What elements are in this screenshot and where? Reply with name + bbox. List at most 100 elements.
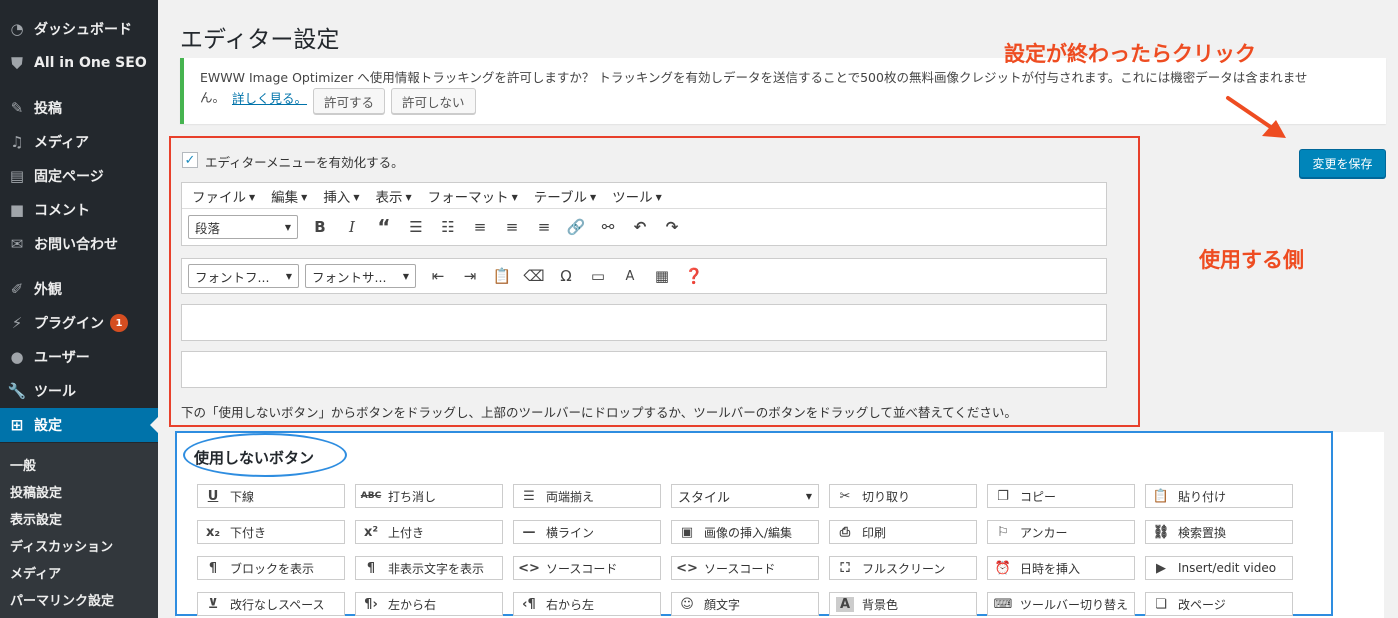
menu-tools[interactable]: 🔧 ツール xyxy=(0,374,158,408)
unused-invisible-chars-button[interactable]: ¶ 非表示文字を表示 xyxy=(355,556,503,580)
menubar-view[interactable]: 表示 ▼ xyxy=(375,186,411,206)
special-character-icon[interactable]: Ω xyxy=(550,264,582,288)
hr-icon: — xyxy=(522,524,536,540)
menu-label: コメント xyxy=(34,203,90,219)
caret-down-icon: ▼ xyxy=(285,271,292,281)
unused-copy-button[interactable]: ❐ コピー xyxy=(987,484,1135,508)
code-icon: <> xyxy=(518,560,540,576)
submenu-writing[interactable]: 投稿設定 xyxy=(10,482,62,501)
indent-icon[interactable]: ⇥ xyxy=(454,264,486,288)
unused-emoticon-button[interactable]: ☺ 顔文字 xyxy=(671,592,819,616)
unused-strikethrough-button[interactable]: ABC 打ち消し xyxy=(355,484,503,508)
table-icon[interactable]: ▦ xyxy=(646,264,678,288)
unused-justify-button[interactable]: ☰ 両端揃え xyxy=(513,484,661,508)
redo-icon[interactable]: ↷ xyxy=(656,215,688,239)
menubar-file[interactable]: ファイル ▼ xyxy=(192,186,255,206)
read-more-icon[interactable]: ▭ xyxy=(582,264,614,288)
menu-label: ツール xyxy=(34,384,76,400)
unused-superscript-button[interactable]: x² 上付き xyxy=(355,520,503,544)
toolbar-box-3-empty[interactable] xyxy=(181,304,1107,341)
mail-icon: ✉ xyxy=(10,235,24,253)
menubar-tools[interactable]: ツール ▼ xyxy=(612,186,662,206)
unused-insert-datetime-button[interactable]: ⏰ 日時を挿入 xyxy=(987,556,1135,580)
font-family-select[interactable]: フォントフ... ▼ xyxy=(188,264,299,288)
menu-media[interactable]: ♫ メディア xyxy=(0,125,158,159)
clear-formatting-icon[interactable]: ⌫ xyxy=(518,264,550,288)
menu-contact[interactable]: ✉ お問い合わせ xyxy=(0,227,158,261)
menu-pages[interactable]: ▤ 固定ページ xyxy=(0,159,158,193)
save-changes-button[interactable]: 変更を保存 xyxy=(1299,149,1386,178)
bold-icon[interactable]: B xyxy=(304,215,336,239)
unused-ltr-button[interactable]: ¶› 左から右 xyxy=(355,592,503,616)
enable-editor-menu-checkbox[interactable]: ✓ xyxy=(182,152,198,168)
menu-settings[interactable]: ⊞ 設定 xyxy=(0,408,158,442)
notice-learn-more-link[interactable]: 詳しく見る。 xyxy=(232,88,307,107)
unused-toolbar-toggle-button[interactable]: ⌨ ツールバー切り替え xyxy=(987,592,1135,616)
unused-print-button[interactable]: ⎙ 印刷 xyxy=(829,520,977,544)
menubar-edit[interactable]: 編集 ▼ xyxy=(271,186,307,206)
menu-users[interactable]: ● ユーザー xyxy=(0,340,158,374)
unused-style-select[interactable]: スタイル ▼ xyxy=(671,484,819,508)
menu-label: お問い合わせ xyxy=(34,237,118,253)
help-icon[interactable]: ❓ xyxy=(678,264,710,288)
font-size-select[interactable]: フォントサ... ▼ xyxy=(305,264,416,288)
text-color-icon[interactable]: A xyxy=(614,264,646,288)
align-center-icon[interactable]: ≡ xyxy=(496,215,528,239)
menu-plugins[interactable]: ⚡ プラグイン 1 xyxy=(0,306,158,340)
unused-search-replace-button[interactable]: ⛓ 検索置換 xyxy=(1145,520,1293,544)
settings-icon: ⊞ xyxy=(10,416,24,434)
toolbar-row-2: フォントフ... ▼ フォントサ... ▼ ⇤ ⇥ 📋 ⌫ Ω ▭ A ▦ ❓ xyxy=(188,264,710,288)
unused-nbsp-button[interactable]: ⊻ 改行なしスペース xyxy=(197,592,345,616)
toolbar-box-4-empty[interactable] xyxy=(181,351,1107,388)
menu-dashboard[interactable]: ◔ ダッシュボード xyxy=(0,12,158,46)
unused-anchor-button[interactable]: ⚐ アンカー xyxy=(987,520,1135,544)
unused-source-code-button[interactable]: <> ソースコード xyxy=(671,556,819,580)
submenu-reading[interactable]: 表示設定 xyxy=(10,509,62,528)
allow-tracking-button[interactable]: 許可する xyxy=(313,88,386,114)
menubar-insert[interactable]: 挿入 ▼ xyxy=(323,186,359,206)
menu-label: 固定ページ xyxy=(34,169,104,185)
undo-icon[interactable]: ↶ xyxy=(624,215,656,239)
underline-icon: U xyxy=(207,488,219,504)
unused-image-button[interactable]: ▣ 画像の挿入/編集 xyxy=(671,520,819,544)
menu-comments[interactable]: ■ コメント xyxy=(0,193,158,227)
numbered-list-icon[interactable]: ☷ xyxy=(432,215,464,239)
menubar-table[interactable]: テーブル ▼ xyxy=(534,186,596,206)
menu-all-in-one-seo[interactable]: ⛊ All in One SEO xyxy=(0,46,158,80)
keyboard-icon: ⌨ xyxy=(993,596,1013,612)
rtl-icon: ‹¶ xyxy=(522,596,536,612)
paste-text-icon[interactable]: 📋 xyxy=(486,264,518,288)
unused-bg-color-button[interactable]: A 背景色 xyxy=(829,592,977,616)
unlink-icon[interactable]: ⚯ xyxy=(592,215,624,239)
blockquote-icon[interactable]: “ xyxy=(368,215,400,239)
unused-fullscreen-button[interactable]: ⛶ フルスクリーン xyxy=(829,556,977,580)
submenu-general[interactable]: 一般 xyxy=(10,455,36,474)
submenu-media[interactable]: メディア xyxy=(10,563,61,582)
unused-show-blocks-button[interactable]: ¶ ブロックを表示 xyxy=(197,556,345,580)
link-icon[interactable]: 🔗 xyxy=(560,215,592,239)
submenu-discussion[interactable]: ディスカッション xyxy=(10,536,113,555)
unused-hr-button[interactable]: — 横ライン xyxy=(513,520,661,544)
align-right-icon[interactable]: ≡ xyxy=(528,215,560,239)
page-title: エディター設定 xyxy=(180,27,340,53)
plugin-update-badge: 1 xyxy=(110,314,128,332)
align-left-icon[interactable]: ≡ xyxy=(464,215,496,239)
unused-rtl-button[interactable]: ‹¶ 右から左 xyxy=(513,592,661,616)
unused-underline-button[interactable]: U 下線 xyxy=(197,484,345,508)
bullet-list-icon[interactable]: ☰ xyxy=(400,215,432,239)
menu-appearance[interactable]: ✐ 外観 xyxy=(0,272,158,306)
unused-cut-button[interactable]: ✂ 切り取り xyxy=(829,484,977,508)
menu-posts[interactable]: ✎ 投稿 xyxy=(0,91,158,125)
submenu-permalinks[interactable]: パーマリンク設定 xyxy=(10,590,114,609)
italic-icon[interactable]: I xyxy=(336,215,368,239)
unused-subscript-button[interactable]: x₂ 下付き xyxy=(197,520,345,544)
deny-tracking-button[interactable]: 許可しない xyxy=(391,88,476,114)
unused-video-button[interactable]: ▶ Insert/edit video xyxy=(1145,556,1293,580)
unused-code-button[interactable]: <> ソースコード xyxy=(513,556,661,580)
nbsp-icon: ⊻ xyxy=(207,596,219,612)
paragraph-format-select[interactable]: 段落 ▼ xyxy=(188,215,298,239)
unused-paste-button[interactable]: 📋 貼り付け xyxy=(1145,484,1293,508)
unused-page-break-button[interactable]: ❏ 改ページ xyxy=(1145,592,1293,616)
outdent-icon[interactable]: ⇤ xyxy=(422,264,454,288)
menubar-format[interactable]: フォーマット ▼ xyxy=(428,186,518,206)
